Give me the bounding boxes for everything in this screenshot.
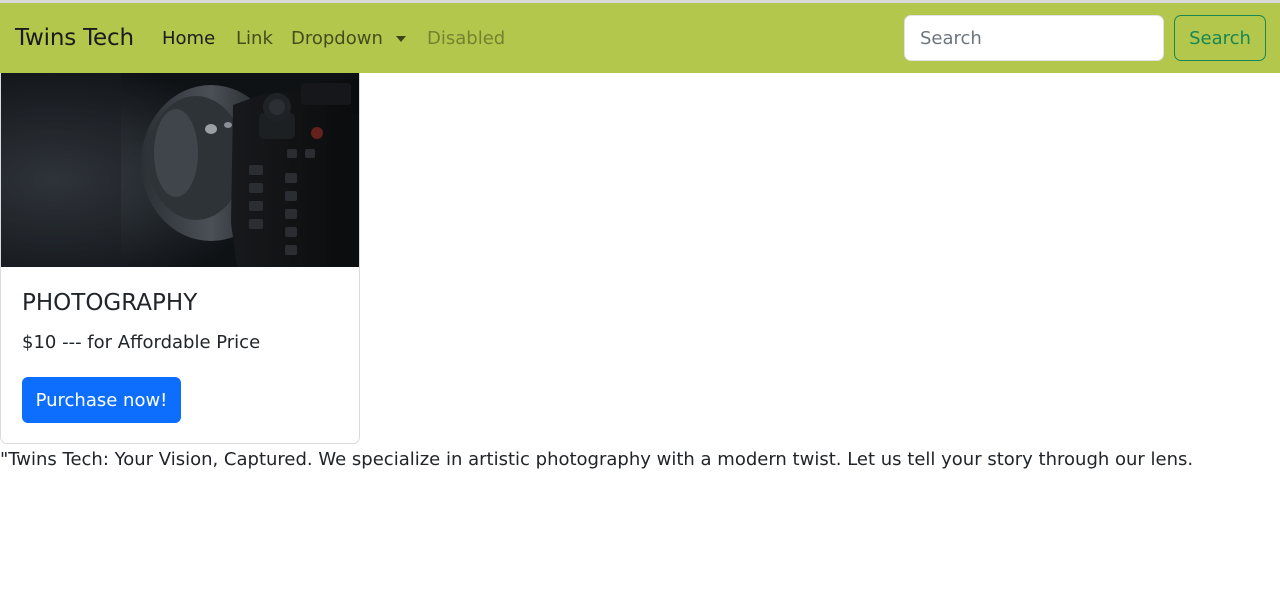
search-input[interactable] <box>904 15 1164 61</box>
search-button[interactable]: Search <box>1174 15 1266 61</box>
camera-photo-image <box>1 73 359 267</box>
nav-item-home[interactable]: Home <box>162 27 215 51</box>
nav-item-disabled: Disabled <box>427 28 506 49</box>
nav-item-dropdown[interactable]: Dropdown <box>291 27 383 51</box>
navbar: Twins Tech Home Link Dropdown Disabled S… <box>0 3 1280 73</box>
card-title: PHOTOGRAPHY <box>22 290 198 316</box>
brand-link[interactable]: Twins Tech <box>15 23 134 53</box>
company-tagline: "Twins Tech: Your Vision, Captured. We s… <box>0 449 1194 470</box>
product-card: PHOTOGRAPHY $10 --- for Affordable Price… <box>0 73 360 444</box>
purchase-button[interactable]: Purchase now! <box>22 377 181 423</box>
caret-down-icon[interactable] <box>396 36 406 42</box>
nav-item-link[interactable]: Link <box>236 27 273 51</box>
card-price-text: $10 --- for Affordable Price <box>22 332 261 353</box>
